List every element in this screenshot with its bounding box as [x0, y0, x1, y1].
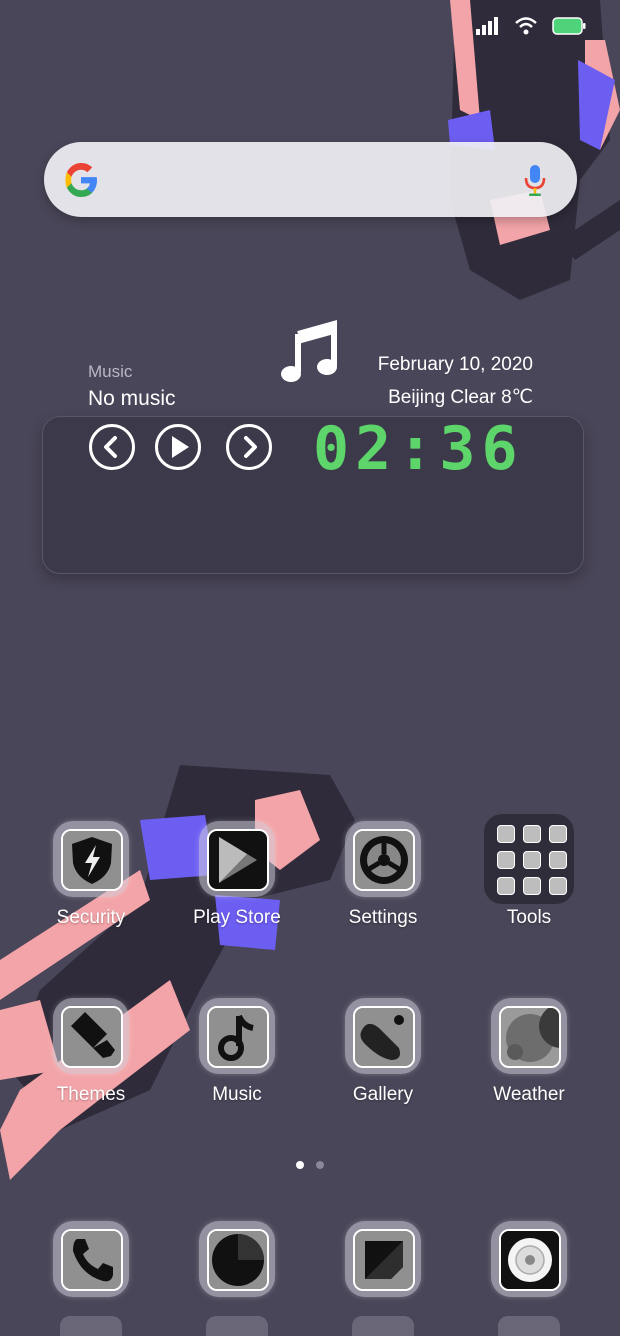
app-tools-folder[interactable]: Tools	[469, 814, 589, 929]
dock-camera[interactable]	[491, 1221, 567, 1297]
mini-app-icon	[497, 825, 515, 843]
app-music[interactable]: Music	[177, 998, 297, 1106]
weather-tile[interactable]	[491, 998, 567, 1074]
camera-icon	[499, 1229, 561, 1291]
notes-tile[interactable]	[345, 1221, 421, 1297]
page-indicator	[296, 1161, 324, 1169]
dock-reflection	[60, 1316, 122, 1336]
dock-reflection	[206, 1316, 268, 1336]
music-note-icon	[281, 320, 337, 382]
music-status: No music	[88, 387, 176, 410]
status-bar	[476, 16, 586, 36]
app-label: Security	[56, 907, 126, 928]
weather-icon	[499, 1006, 561, 1068]
play-icon	[172, 436, 189, 458]
messages-tile[interactable]	[199, 1221, 275, 1297]
mini-app-icon	[523, 851, 541, 869]
mic-icon[interactable]	[523, 163, 547, 197]
dock-messages[interactable]	[199, 1221, 275, 1297]
music-tile[interactable]	[199, 998, 275, 1074]
previous-button[interactable]	[89, 424, 135, 470]
mini-app-icon	[523, 825, 541, 843]
weather-text: Beijing Clear 8℃	[388, 387, 533, 408]
phone-icon	[61, 1229, 123, 1291]
signal-icon	[476, 17, 498, 35]
app-themes[interactable]: Themes	[31, 998, 151, 1106]
gear-icon	[353, 829, 415, 891]
app-gallery[interactable]: Gallery	[323, 998, 443, 1106]
digital-clock[interactable]: 02:36	[313, 414, 524, 484]
app-play-store[interactable]: Play Store	[177, 821, 297, 929]
gallery-icon	[353, 1006, 415, 1068]
mini-app-icon	[497, 851, 515, 869]
app-label: Settings	[348, 907, 418, 928]
mini-app-icon	[549, 825, 567, 843]
messages-icon	[207, 1229, 269, 1291]
notes-icon	[353, 1229, 415, 1291]
google-g-icon	[65, 163, 97, 197]
music-note-icon	[207, 1006, 269, 1068]
play-button[interactable]	[155, 424, 201, 470]
mini-app-icon	[549, 877, 567, 895]
app-label: Tools	[506, 907, 552, 928]
mini-app-icon	[497, 877, 515, 895]
page-dot[interactable]	[316, 1161, 324, 1169]
date-text: February 10, 2020	[377, 354, 533, 375]
gallery-tile[interactable]	[345, 998, 421, 1074]
paint-brush-icon	[61, 1006, 123, 1068]
settings-tile[interactable]	[345, 821, 421, 897]
google-search-bar[interactable]	[44, 142, 577, 217]
folder-icon[interactable]	[484, 814, 574, 904]
security-tile[interactable]	[53, 821, 129, 897]
themes-tile[interactable]	[53, 998, 129, 1074]
phone-tile[interactable]	[53, 1221, 129, 1297]
chevron-right-icon	[244, 436, 257, 458]
mini-app-icon	[523, 877, 541, 895]
wifi-icon	[515, 17, 537, 35]
music-widget-title: Music	[88, 362, 133, 381]
dock-phone[interactable]	[53, 1221, 129, 1297]
next-button[interactable]	[226, 424, 272, 470]
camera-tile[interactable]	[491, 1221, 567, 1297]
chevron-left-icon	[104, 436, 117, 458]
app-label: Themes	[56, 1084, 126, 1105]
app-label: Music	[212, 1084, 262, 1105]
page-dot-active[interactable]	[296, 1161, 304, 1169]
app-label: Weather	[493, 1084, 565, 1105]
mini-app-icon	[549, 851, 567, 869]
play-store-icon	[207, 829, 269, 891]
app-weather[interactable]: Weather	[469, 998, 589, 1106]
app-settings[interactable]: Settings	[323, 821, 443, 929]
battery-icon	[552, 17, 586, 35]
app-label: Play Store	[193, 907, 281, 928]
dock-reflection	[352, 1316, 414, 1336]
dock-notes[interactable]	[345, 1221, 421, 1297]
play-store-tile[interactable]	[199, 821, 275, 897]
dock-reflection	[498, 1316, 560, 1336]
app-security[interactable]: Security	[31, 821, 151, 929]
app-label: Gallery	[352, 1084, 414, 1105]
shield-bolt-icon	[61, 829, 123, 891]
